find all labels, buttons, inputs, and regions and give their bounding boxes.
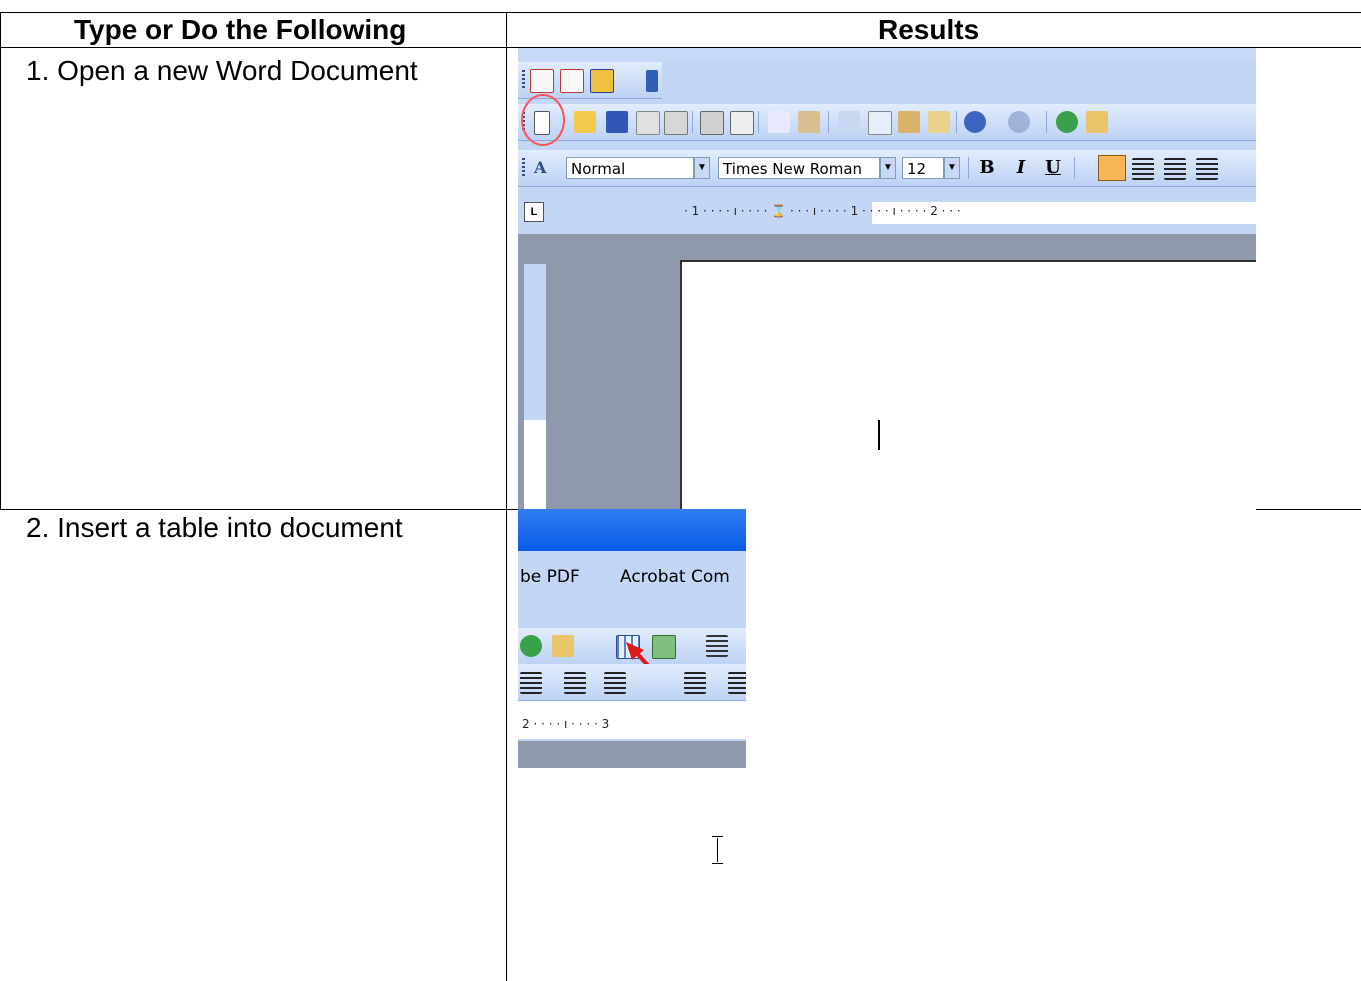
separator (956, 111, 957, 133)
word-screenshot-1: A Normal ▼ Times New Roman ▼ 12 ▼ B I U … (518, 48, 1256, 510)
permission-icon (636, 111, 660, 135)
header-col1: Type or Do the Following (74, 14, 407, 45)
pdf-attach-icon (560, 69, 584, 93)
underline-button: U (1045, 157, 1061, 178)
title-bar (518, 509, 746, 551)
tables-borders-icon (1086, 111, 1108, 133)
formatting-toolbar-2 (518, 664, 746, 701)
toolbar-grip (522, 158, 525, 178)
table-border-middle (506, 12, 507, 981)
ruler-row: L · 1 · · · · ı · · · · ⌛ · · · ı · · · … (518, 196, 1256, 234)
bullets-icon (728, 672, 746, 694)
text-cursor (878, 420, 880, 450)
justify-icon (1196, 158, 1218, 180)
pdf-review-icon (590, 69, 614, 93)
email-icon (664, 111, 688, 135)
standard-toolbar (518, 94, 1256, 146)
line-spacing-icon (604, 672, 626, 694)
numbering-icon (684, 672, 706, 694)
tables-borders-icon (552, 635, 574, 657)
print-icon (700, 111, 724, 135)
ibeam-cursor-icon (712, 836, 724, 864)
open-icon (574, 111, 596, 133)
formatting-toolbar: A Normal ▼ Times New Roman ▼ 12 ▼ B I U (518, 150, 1256, 187)
word-screenshot-2: be PDF Acrobat Com 2 · · · · ı · · · · 3 (518, 509, 746, 768)
standard-toolbar-2 (518, 628, 746, 692)
print-preview-icon (730, 111, 754, 135)
separator (758, 111, 759, 133)
align-center-icon (1132, 158, 1154, 180)
font-dropdown: ▼ (880, 157, 896, 179)
columns-icon (706, 635, 728, 657)
page (680, 260, 1256, 510)
toolbar-options-icon (646, 70, 658, 92)
bold-button: B (979, 157, 995, 178)
style-box: Normal (566, 157, 694, 179)
ruler-row-2: 2 · · · · ı · · · · 3 (518, 701, 746, 739)
format-painter-icon (928, 111, 950, 133)
justify-icon (520, 672, 542, 694)
size-dropdown: ▼ (944, 157, 960, 179)
research-icon (798, 111, 820, 133)
instruction-table: Type or Do the Following Results 1. Open… (0, 0, 1361, 981)
paste-icon (898, 111, 920, 133)
toolbar-grip (522, 70, 525, 90)
ruler-marks: · 1 · · · · ı · · · · ⌛ · · · ı · · · · … (684, 204, 961, 218)
gray-strip (518, 741, 746, 768)
save-icon (606, 111, 628, 133)
vertical-ruler (524, 264, 546, 510)
step-1-text: 1. Open a new Word Document (26, 55, 418, 86)
cut-icon (838, 111, 860, 133)
toolbar-blank (518, 598, 746, 628)
italic-button: I (1016, 157, 1026, 178)
spelling-icon (768, 111, 790, 133)
separator (1046, 111, 1047, 133)
hyperlink-icon (1056, 111, 1078, 133)
highlight-circle (521, 94, 565, 146)
pdf-convert-icon (530, 69, 554, 93)
style-dropdown: ▼ (694, 157, 710, 179)
ruler-marks-2: 2 · · · · ı · · · · 3 (522, 717, 610, 731)
separator (692, 111, 693, 133)
step-2-text: 2. Insert a table into document (26, 512, 403, 543)
separator (1074, 157, 1075, 179)
document-area (518, 234, 1256, 510)
distributed-icon (564, 672, 586, 694)
menu-item-pdf: be PDF (520, 567, 580, 587)
align-right-icon (1164, 158, 1186, 180)
toolbar-rim (518, 48, 1256, 62)
vertical-ruler-white (524, 420, 546, 510)
header-col2: Results (878, 14, 980, 45)
font-box: Times New Roman (718, 157, 880, 179)
separator (828, 111, 829, 133)
redo-icon (1008, 111, 1030, 133)
styles-icon: A (534, 158, 547, 177)
hyperlink-icon (520, 635, 542, 657)
menu-item-acrobat: Acrobat Com (620, 567, 730, 587)
copy-icon (868, 111, 892, 135)
align-left-icon (1098, 155, 1126, 181)
tab-selector-icon: L (524, 202, 544, 222)
size-box: 12 (902, 157, 944, 179)
table-border-left (0, 12, 1, 509)
horizontal-ruler: · 1 · · · · ı · · · · ⌛ · · · ı · · · · … (680, 202, 1256, 224)
menu-bar: be PDF Acrobat Com (518, 556, 746, 598)
separator (968, 157, 969, 179)
undo-icon (964, 111, 986, 133)
